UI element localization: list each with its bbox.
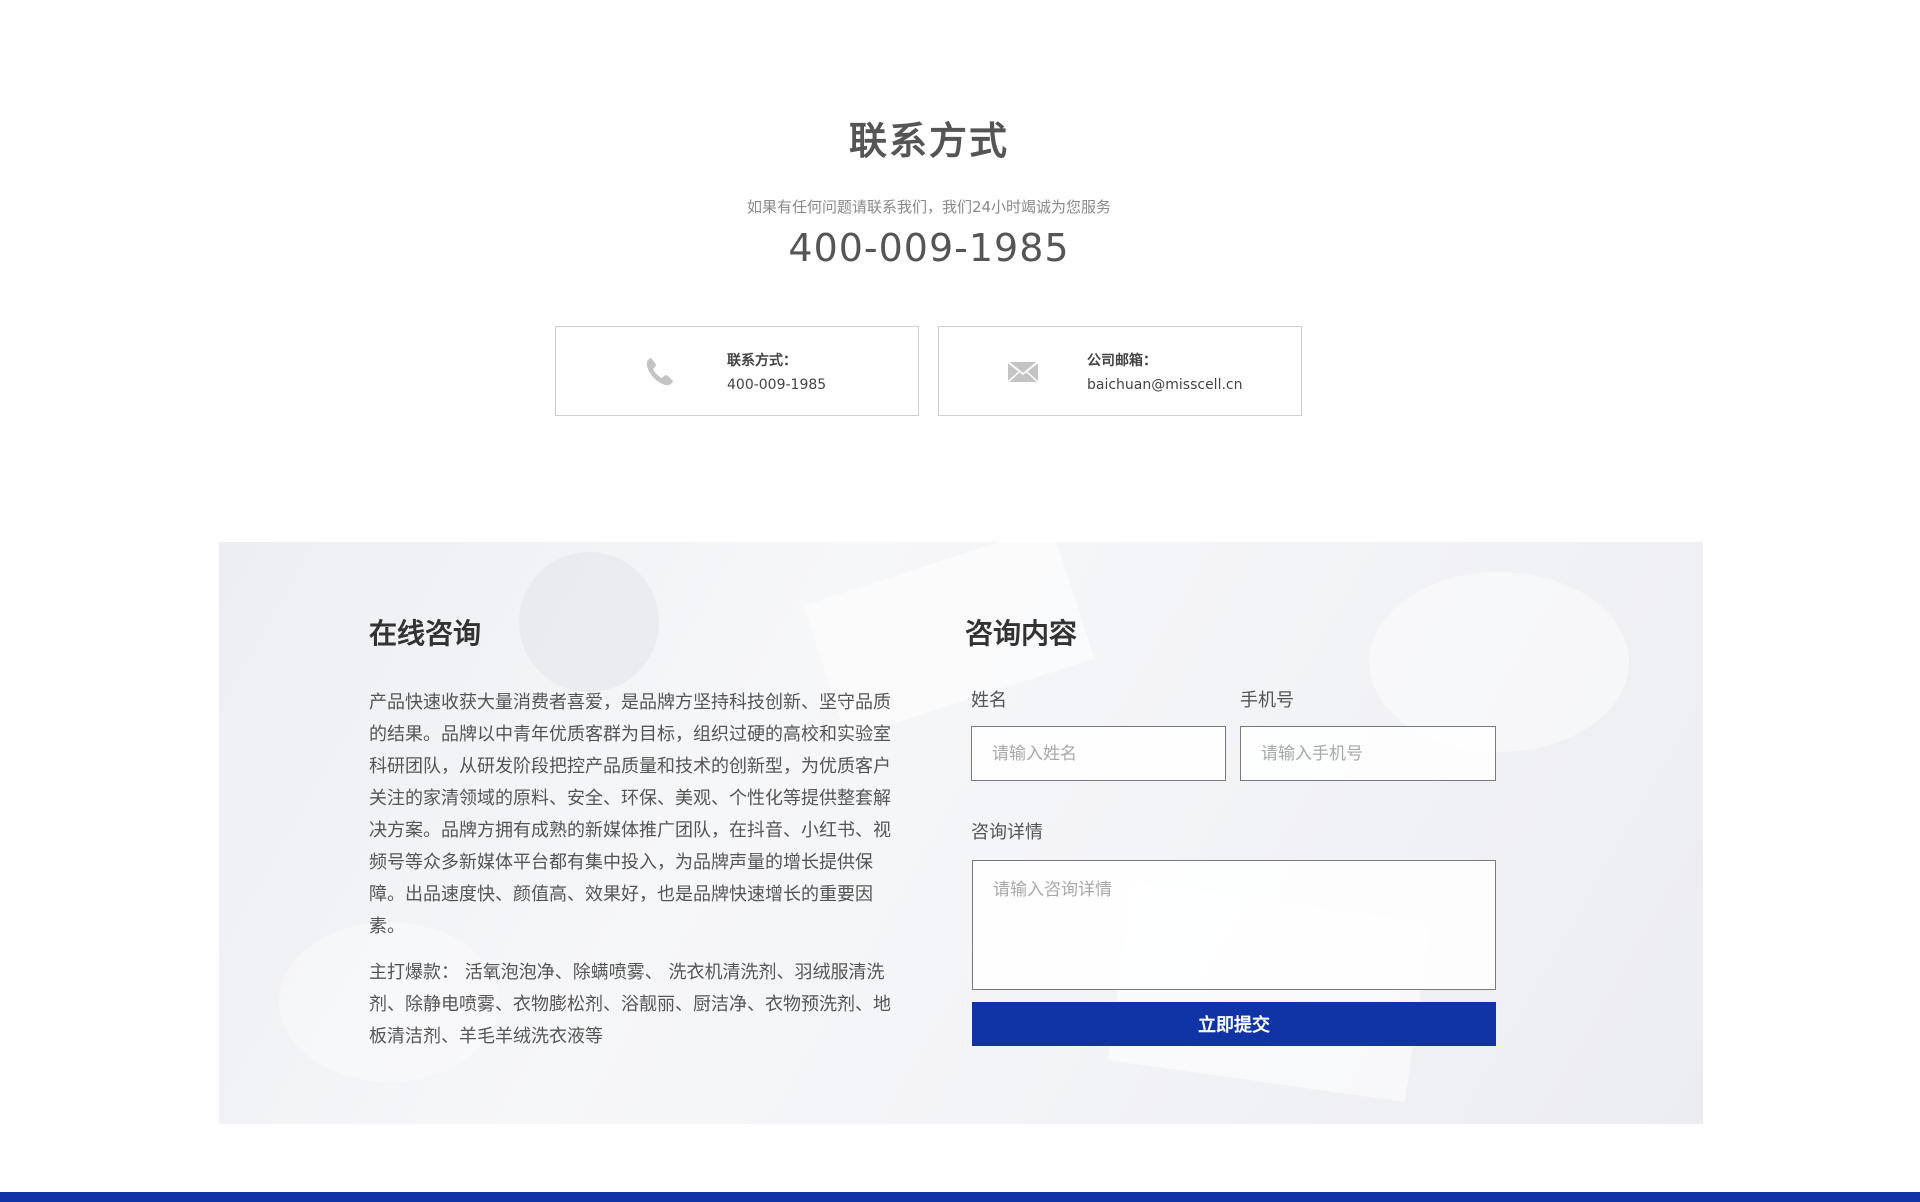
consult-content-title: 咨询内容 [965,617,1078,650]
consult-panel: 在线咨询 产品快速收获大量消费者喜爱，是品牌方坚持科技创新、坚守品质的结果。品牌… [219,542,1703,1124]
online-consult-title: 在线咨询 [369,617,482,650]
phone-card-label: 联系方式： [727,353,797,369]
phone-card: 联系方式： 400-009-1985 [555,326,919,416]
phone-card-value: 400-009-1985 [727,377,827,393]
detail-label: 咨询详情 [971,822,1043,843]
mail-card: 公司邮箱： baichuan@misscell.cn [938,326,1302,416]
background-decoration [519,552,659,692]
contact-subtitle: 如果有任何问题请联系我们，我们24小时竭诚为您服务 [746,198,1112,216]
name-label: 姓名 [971,690,1007,711]
mail-card-text: 公司邮箱： baichuan@misscell.cn [1087,349,1242,397]
phone-input[interactable] [1240,726,1496,781]
consult-intro: 产品快速收获大量消费者喜爱，是品牌方坚持科技创新、坚守品质的结果。品牌以中青年优… [369,687,891,1067]
mail-icon [1005,355,1041,389]
contact-title: 联系方式 [848,119,1009,163]
phone-icon [642,355,678,389]
phone-card-text: 联系方式： 400-009-1985 [727,349,826,397]
name-input[interactable] [971,726,1226,781]
products-paragraph: 主打爆款： 活氧泡泡净、除螨喷雾、 洗衣机清洗剂、羽绒服清洗剂、除静电喷雾、衣物… [369,962,891,1047]
detail-textarea[interactable] [972,860,1496,990]
mail-card-label: 公司邮箱： [1087,353,1157,369]
phone-label: 手机号 [1240,690,1294,711]
submit-button[interactable]: 立即提交 [972,1002,1496,1046]
background-decoration [1369,572,1629,752]
mail-card-value: baichuan@misscell.cn [1087,377,1243,393]
footer-bar [0,1192,1920,1202]
contact-hotline: 400-009-1985 [788,226,1070,270]
intro-paragraph: 产品快速收获大量消费者喜爱，是品牌方坚持科技创新、坚守品质的结果。品牌以中青年优… [369,692,891,937]
